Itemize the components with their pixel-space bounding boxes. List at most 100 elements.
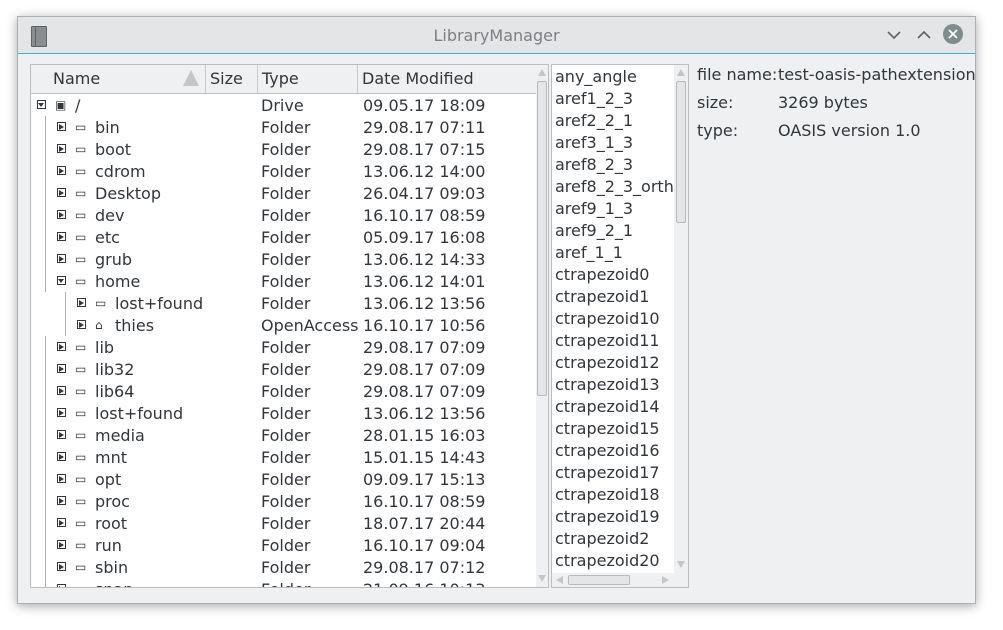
list-hscroll-handle[interactable]: [568, 575, 630, 585]
tree-row-date: 29.08.17 07:09: [363, 360, 486, 379]
tree-row[interactable]: ▭ Desktop Folder 26.04.17 09:03: [31, 182, 536, 204]
list-scroll-handle[interactable]: [676, 81, 686, 223]
list-item[interactable]: aref3_1_3: [555, 133, 633, 152]
tree-row[interactable]: ▣ / Drive 09.05.17 18:09: [31, 94, 536, 116]
tree-row[interactable]: ▭ lost+found Folder 13.06.12 13:56: [31, 292, 536, 314]
list-item[interactable]: ctrapezoid16: [555, 441, 660, 460]
list-item[interactable]: aref8_2_3: [555, 155, 633, 174]
expand-toggle[interactable]: [57, 364, 66, 373]
tree-row[interactable]: ▭ media Folder 28.01.15 16:03: [31, 424, 536, 446]
column-header-size[interactable]: Size: [206, 65, 258, 93]
scroll-right-icon[interactable]: [662, 576, 669, 584]
tree-row[interactable]: ▭ lib64 Folder 29.08.17 07:09: [31, 380, 536, 402]
list-item[interactable]: ctrapezoid13: [555, 375, 660, 394]
list-item[interactable]: any_angle: [555, 67, 637, 86]
column-header-name[interactable]: Name: [31, 65, 206, 93]
scroll-up-icon[interactable]: [538, 69, 546, 76]
column-header-type[interactable]: Type: [258, 65, 358, 93]
tree-row-type: Folder: [261, 272, 311, 291]
cell-list[interactable]: any_angle aref1_2_3 aref2_2_1 aref3_1_3aref…: [551, 64, 689, 588]
tree-row[interactable]: ▭ bin Folder 29.08.17 07:11: [31, 116, 536, 138]
tree-row[interactable]: ▭ etc Folder 05.09.17 16:08: [31, 226, 536, 248]
expand-toggle[interactable]: [57, 408, 66, 417]
minimize-button[interactable]: [884, 25, 904, 45]
expand-toggle[interactable]: [57, 474, 66, 483]
tree-row[interactable]: ▭ sbin Folder 29.08.17 07:12: [31, 556, 536, 578]
close-button[interactable]: [943, 24, 963, 44]
list-vertical-scrollbar[interactable]: [674, 65, 688, 573]
expand-toggle[interactable]: [77, 298, 86, 307]
maximize-button[interactable]: [914, 25, 934, 45]
expand-toggle[interactable]: [57, 188, 66, 197]
column-header-date[interactable]: Date Modified: [358, 65, 536, 93]
title-bar[interactable]: LibraryManager: [18, 17, 975, 54]
list-scroll-down-icon[interactable]: [677, 561, 685, 568]
tree-row[interactable]: ▭ home Folder 13.06.12 14:01: [31, 270, 536, 292]
collapse-toggle[interactable]: [37, 100, 46, 109]
tree-row[interactable]: ▭ snap Folder 21.09.16 10:13: [31, 578, 536, 587]
scroll-down-icon[interactable]: [538, 575, 546, 582]
expand-toggle[interactable]: [77, 320, 86, 329]
collapse-toggle[interactable]: [57, 276, 66, 285]
tree-row-name: sbin: [95, 558, 129, 577]
expand-toggle[interactable]: [57, 430, 66, 439]
list-item[interactable]: ctrapezoid15: [555, 419, 660, 438]
expand-toggle[interactable]: [57, 166, 66, 175]
list-item[interactable]: ctrapezoid2: [555, 529, 649, 548]
list-scroll-up-icon[interactable]: [677, 69, 685, 76]
tree-row[interactable]: ▭ lost+found Folder 13.06.12 13:56: [31, 402, 536, 424]
folder-icon: ▭: [75, 538, 87, 552]
list-item[interactable]: ctrapezoid1: [555, 287, 649, 306]
list-item[interactable]: aref2_2_1: [555, 111, 633, 130]
tree-guide-line: [45, 116, 46, 138]
tree-scroll-handle[interactable]: [537, 81, 547, 396]
list-item[interactable]: ctrapezoid18: [555, 485, 660, 504]
tree-row[interactable]: ▭ mnt Folder 15.01.15 14:43: [31, 446, 536, 468]
list-item[interactable]: aref9_2_1: [555, 221, 633, 240]
expand-toggle[interactable]: [57, 496, 66, 505]
list-item[interactable]: aref9_1_3: [555, 199, 633, 218]
expand-toggle[interactable]: [57, 122, 66, 131]
list-item[interactable]: aref_1_1: [555, 243, 623, 262]
folder-icon: ▭: [75, 560, 87, 574]
list-item[interactable]: ctrapezoid0: [555, 265, 649, 284]
tree-row[interactable]: ⌂ thies OpenAccess 16.10.17 10:56: [31, 314, 536, 336]
tree-row[interactable]: ▭ cdrom Folder 13.06.12 14:00: [31, 160, 536, 182]
expand-toggle[interactable]: [57, 452, 66, 461]
tree-row[interactable]: ▭ opt Folder 09.09.17 15:13: [31, 468, 536, 490]
expand-toggle[interactable]: [57, 144, 66, 153]
tree-row[interactable]: ▭ root Folder 18.07.17 20:44: [31, 512, 536, 534]
expand-toggle[interactable]: [57, 254, 66, 263]
expand-toggle[interactable]: [57, 562, 66, 571]
file-tree-view[interactable]: Name Size Type Date Modified ▣ / Drive 09.0…: [30, 64, 549, 588]
tree-row[interactable]: ▭ boot Folder 29.08.17 07:15: [31, 138, 536, 160]
list-item[interactable]: ctrapezoid17: [555, 463, 660, 482]
expand-toggle[interactable]: [57, 210, 66, 219]
expand-toggle[interactable]: [57, 518, 66, 527]
list-item[interactable]: ctrapezoid20: [555, 551, 660, 570]
expand-toggle[interactable]: [57, 584, 66, 587]
expand-toggle[interactable]: [57, 342, 66, 351]
expand-toggle[interactable]: [57, 540, 66, 549]
tree-row-date: 26.04.17 09:03: [363, 184, 486, 203]
list-horizontal-scrollbar[interactable]: [552, 573, 688, 587]
list-item[interactable]: ctrapezoid19: [555, 507, 660, 526]
tree-row[interactable]: ▭ grub Folder 13.06.12 14:33: [31, 248, 536, 270]
list-item[interactable]: aref8_2_3_ortho: [555, 177, 674, 196]
tree-header: Name Size Type Date Modified: [31, 65, 536, 94]
tree-row[interactable]: ▭ proc Folder 16.10.17 08:59: [31, 490, 536, 512]
scroll-left-icon[interactable]: [556, 576, 563, 584]
tree-row[interactable]: ▭ lib32 Folder 29.08.17 07:09: [31, 358, 536, 380]
list-item[interactable]: ctrapezoid14: [555, 397, 660, 416]
tree-row[interactable]: ▭ dev Folder 16.10.17 08:59: [31, 204, 536, 226]
list-item[interactable]: ctrapezoid11: [555, 331, 660, 350]
tree-vertical-scrollbar[interactable]: [536, 65, 548, 587]
tree-row[interactable]: ▭ lib Folder 29.08.17 07:09: [31, 336, 536, 358]
expand-toggle[interactable]: [57, 232, 66, 241]
list-item[interactable]: ctrapezoid12: [555, 353, 660, 372]
tree-guide-line: [45, 182, 46, 204]
tree-row[interactable]: ▭ run Folder 16.10.17 09:04: [31, 534, 536, 556]
expand-toggle[interactable]: [57, 386, 66, 395]
list-item[interactable]: ctrapezoid10: [555, 309, 660, 328]
list-item[interactable]: aref1_2_3: [555, 89, 633, 108]
